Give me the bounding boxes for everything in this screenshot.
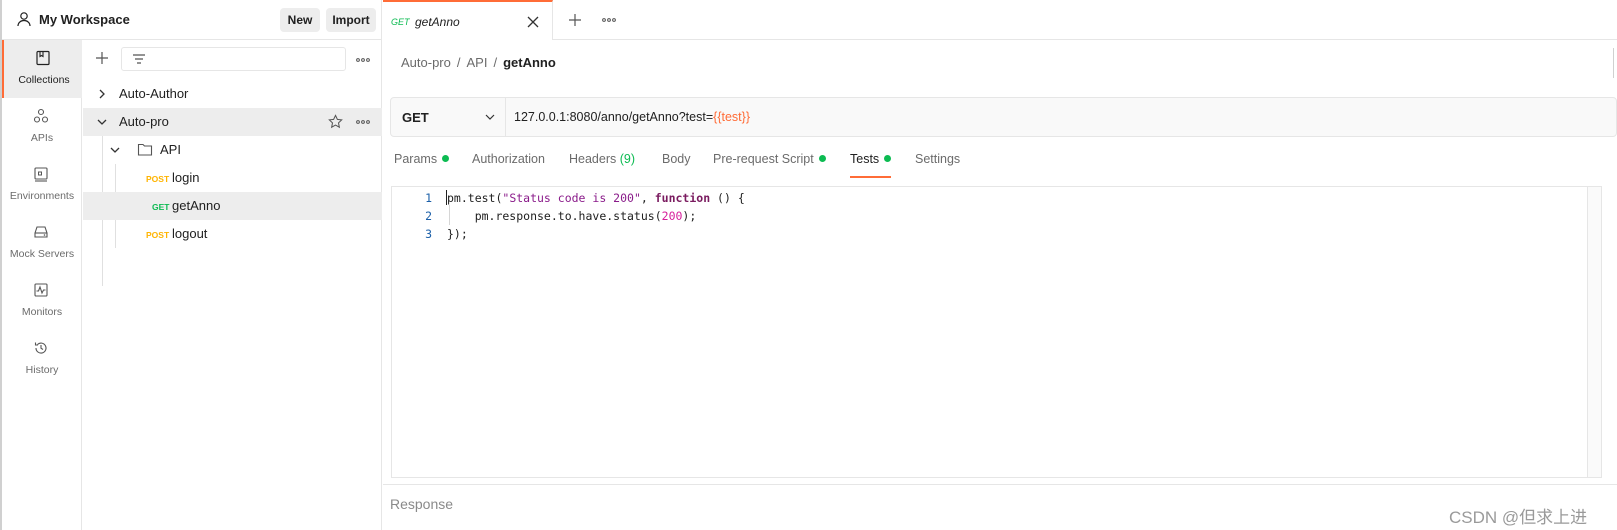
- tab-authorization[interactable]: Authorization: [472, 152, 545, 178]
- url-input[interactable]: 127.0.0.1:8080/anno/getAnno?test={{test}…: [514, 110, 750, 124]
- sidebar-item-apis[interactable]: APIs: [2, 98, 82, 156]
- user-icon: [17, 12, 31, 27]
- tab-params[interactable]: Params: [394, 152, 450, 178]
- sidebar-item-label: Collections: [18, 74, 70, 86]
- star-icon[interactable]: [328, 114, 343, 129]
- folder-item-api[interactable]: API: [83, 136, 382, 164]
- tab-body[interactable]: Body: [662, 152, 691, 178]
- url-variable: {{test}}: [713, 110, 750, 124]
- chevron-down-icon[interactable]: [109, 144, 121, 156]
- sidebar-item-history[interactable]: History: [2, 330, 82, 388]
- code-line: pm.test("Status code is 200", function (…: [447, 191, 745, 205]
- line-number: 2: [425, 209, 432, 223]
- sidebar-item-label: Mock Servers: [9, 248, 75, 260]
- sidebar-item-mock-servers[interactable]: Mock Servers: [2, 214, 82, 272]
- sidebar-item-label: Monitors: [21, 306, 63, 318]
- collection-item-auto-author[interactable]: Auto-Author: [83, 80, 382, 108]
- more-icon[interactable]: [601, 12, 617, 28]
- breadcrumb-item[interactable]: Auto-pro: [401, 55, 451, 70]
- tab-getanno[interactable]: GET getAnno: [383, 0, 553, 40]
- status-dot: [442, 155, 450, 162]
- sidebar-item-collections[interactable]: Collections: [2, 40, 82, 98]
- code-editor[interactable]: 1 2 3 pm.test("Status code is 200", func…: [391, 186, 1602, 478]
- environments-icon: [34, 167, 48, 182]
- editor-scrollbar[interactable]: [1587, 187, 1601, 477]
- response-label[interactable]: Response: [390, 496, 453, 512]
- line-number: 1: [425, 191, 432, 205]
- request-name: getAnno: [172, 198, 221, 213]
- collection-item-auto-pro[interactable]: Auto-pro: [83, 108, 382, 136]
- url-text: 127.0.0.1:8080/anno/getAnno?test=: [514, 110, 714, 124]
- sidebar-item-environments[interactable]: Environments: [2, 156, 82, 214]
- request-item-login[interactable]: POST login: [83, 164, 382, 192]
- tab-pre-request-script[interactable]: Pre-request Script: [713, 152, 826, 178]
- chevron-down-icon: [485, 114, 495, 120]
- plus-icon[interactable]: [94, 50, 110, 66]
- status-dot: [818, 155, 826, 162]
- code-line: pm.response.to.have.status(200);: [447, 209, 697, 223]
- request-item-getanno[interactable]: GET getAnno: [83, 192, 382, 220]
- method-badge: POST: [146, 174, 170, 184]
- sidebar-item-label: History: [25, 364, 59, 376]
- response-panel: Response CSDN @但求上进: [383, 484, 1617, 530]
- workspace-header: My Workspace New Import: [2, 0, 382, 40]
- watermark: CSDN @但求上进: [1449, 508, 1588, 527]
- method-badge: POST: [146, 230, 170, 240]
- collection-name: Auto-Author: [119, 86, 189, 101]
- collections-icon: [36, 50, 50, 66]
- breadcrumb-separator: /: [493, 55, 498, 70]
- chevron-right-icon[interactable]: [96, 88, 108, 100]
- collection-name: Auto-pro: [119, 114, 169, 129]
- method-select[interactable]: GET: [391, 98, 506, 136]
- sidebar-rail: Collections APIs Environments Mock Serve…: [2, 40, 82, 530]
- method-badge: GET: [152, 202, 170, 212]
- request-name: logout: [172, 226, 208, 241]
- tab-tests[interactable]: Tests: [850, 152, 892, 178]
- sidebar-item-label: APIs: [30, 132, 54, 144]
- tab-method: GET: [391, 17, 410, 27]
- breadcrumb: Auto-pro / API / getAnno: [401, 55, 556, 70]
- apis-icon: [33, 108, 49, 123]
- request-item-logout[interactable]: POST logout: [83, 220, 382, 248]
- left-panel: My Workspace New Import Collections APIs…: [0, 0, 382, 530]
- tab-settings[interactable]: Settings: [915, 152, 960, 178]
- breadcrumb-separator: /: [456, 55, 461, 70]
- plus-icon[interactable]: [567, 12, 583, 28]
- main-panel: GET getAnno Auto-pro / API / getAnno GET…: [383, 0, 1617, 530]
- status-dot: [884, 155, 892, 162]
- mock-servers-icon: [34, 226, 48, 238]
- url-bar: GET 127.0.0.1:8080/anno/getAnno?test={{t…: [390, 97, 1617, 137]
- new-button[interactable]: New: [280, 8, 320, 32]
- close-icon[interactable]: [526, 15, 540, 29]
- monitors-icon: [34, 283, 48, 297]
- folder-name: API: [160, 142, 181, 157]
- chevron-down-icon[interactable]: [96, 116, 108, 128]
- more-icon[interactable]: [355, 114, 371, 130]
- import-button[interactable]: Import: [326, 8, 376, 32]
- search-input[interactable]: [121, 47, 346, 71]
- filter-icon[interactable]: [131, 51, 147, 67]
- more-icon[interactable]: [355, 52, 371, 68]
- sidebar-item-label: Environments: [9, 190, 75, 202]
- tab-name: getAnno: [415, 15, 460, 29]
- tree-toolbar: [83, 40, 382, 80]
- tab-headers[interactable]: Headers (9): [569, 152, 635, 178]
- workspace-title[interactable]: My Workspace: [39, 12, 130, 27]
- scroll-edge: [1613, 48, 1617, 78]
- sidebar-item-monitors[interactable]: Monitors: [2, 272, 82, 330]
- breadcrumb-item[interactable]: API: [467, 55, 488, 70]
- code-line: });: [447, 227, 468, 241]
- folder-icon: [137, 143, 153, 156]
- breadcrumb-current[interactable]: getAnno: [503, 55, 556, 70]
- history-icon: [34, 342, 47, 354]
- method-value: GET: [402, 110, 429, 125]
- tab-bar: GET getAnno: [383, 0, 1617, 40]
- line-number: 3: [425, 227, 432, 241]
- request-name: login: [172, 170, 200, 185]
- collection-tree: Auto-Author Auto-pro API POST login GET …: [83, 40, 382, 530]
